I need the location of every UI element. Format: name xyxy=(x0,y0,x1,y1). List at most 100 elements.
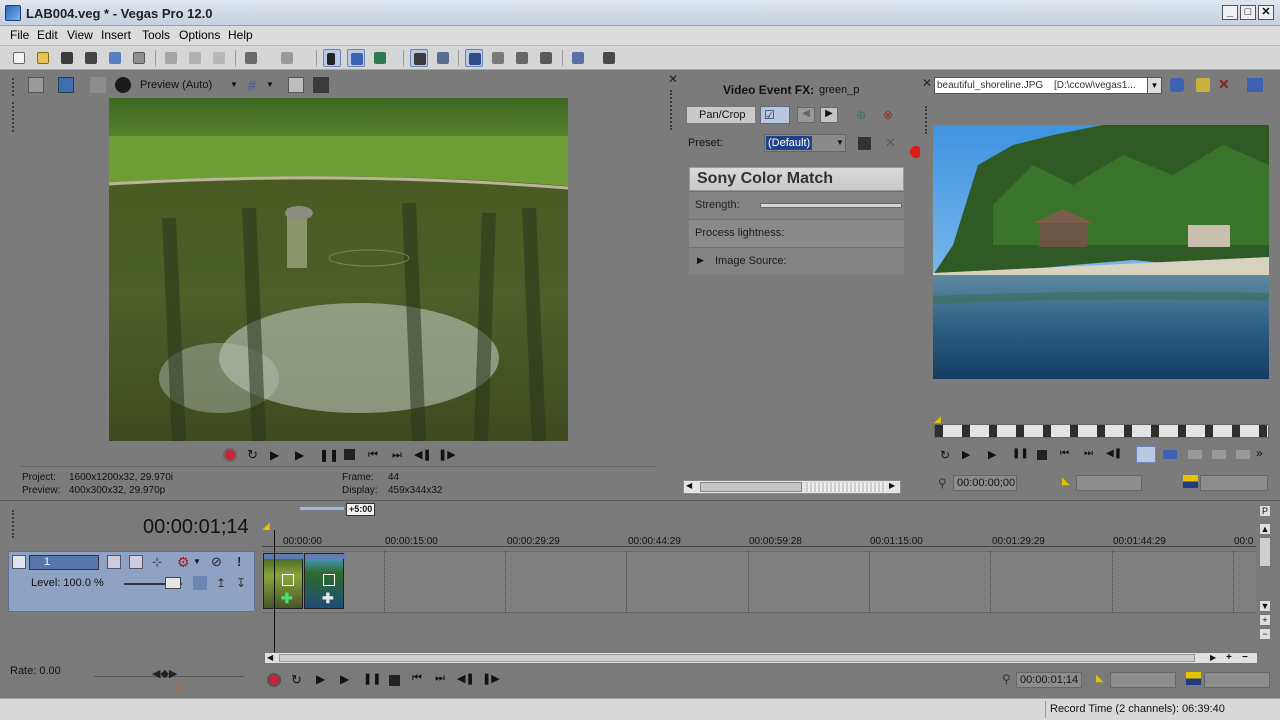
panel-grip[interactable] xyxy=(12,78,15,96)
minimize-button[interactable]: _ xyxy=(1222,5,1238,20)
more-icon[interactable]: » xyxy=(1256,446,1263,460)
play-icon[interactable]: ▶ xyxy=(340,672,349,686)
scroll-thumb[interactable] xyxy=(700,482,802,492)
scroll-thumb[interactable] xyxy=(279,654,1195,662)
trimmer-timecode[interactable]: 00:00:00;00 xyxy=(953,475,1017,491)
panel-grip[interactable] xyxy=(670,90,673,130)
go-to-start-icon[interactable]: ⏮ xyxy=(368,448,382,462)
timeline-cursor[interactable] xyxy=(274,530,275,656)
selection-length[interactable] xyxy=(1204,672,1270,688)
menu-view[interactable]: View xyxy=(63,26,97,46)
video-track-lane[interactable] xyxy=(262,551,1256,613)
timeline-horizontal-scrollbar[interactable]: ◀ ▶ + − xyxy=(264,652,1258,664)
fx-horizontal-scrollbar[interactable]: ◀ ▶ xyxy=(683,480,901,494)
fit-trimmer-icon[interactable] xyxy=(1212,450,1226,459)
ignore-grouping-icon[interactable] xyxy=(513,49,531,67)
next-frame-icon[interactable]: ❚▶ xyxy=(482,672,500,685)
stop-icon[interactable] xyxy=(344,449,355,460)
video-event-shoreline[interactable]: ✚ xyxy=(304,553,345,609)
menu-options[interactable]: Options xyxy=(175,26,224,46)
help-pointer-icon[interactable] xyxy=(600,49,618,67)
save-preset-icon[interactable] xyxy=(858,137,871,150)
properties-icon[interactable] xyxy=(130,49,148,67)
panel-grip[interactable] xyxy=(925,106,928,134)
selection-start[interactable] xyxy=(1110,672,1176,688)
video-fx-icon[interactable] xyxy=(115,77,131,93)
play-from-start-icon[interactable]: ▶ xyxy=(270,448,284,462)
normal-edit-tool-icon[interactable] xyxy=(323,49,341,67)
new-icon[interactable] xyxy=(10,49,28,67)
menu-file[interactable]: File xyxy=(6,26,33,46)
scripting-icon[interactable] xyxy=(569,49,587,67)
trimmer-filmstrip[interactable] xyxy=(934,424,1269,438)
go-to-start-icon[interactable]: ⏮ xyxy=(1060,448,1069,459)
ripple-edit-icon[interactable] xyxy=(410,49,428,67)
previous-frame-icon[interactable]: ◀❚ xyxy=(1106,448,1122,459)
go-to-end-icon[interactable]: ⏭ xyxy=(392,448,406,462)
selection-icon[interactable] xyxy=(1236,450,1250,459)
trimmer-file-dropdown[interactable]: beautiful_shoreline.JPG [D:\ccow\vegas1.… xyxy=(934,77,1162,94)
strength-slider[interactable] xyxy=(760,203,902,208)
stop-icon[interactable] xyxy=(389,675,400,686)
arrow-up-icon[interactable]: ↥ xyxy=(216,576,226,590)
pause-icon[interactable]: ❚❚ xyxy=(319,448,339,462)
scroll-right-icon[interactable]: ▶ xyxy=(1210,653,1216,662)
paste-icon[interactable] xyxy=(210,49,228,67)
param-process-lightness[interactable]: Process lightness: xyxy=(689,219,904,247)
pan-crop-icon[interactable] xyxy=(323,574,335,586)
zoom-out-icon[interactable]: − xyxy=(1242,652,1248,663)
panel-grip[interactable] xyxy=(12,102,15,132)
cut-icon[interactable] xyxy=(162,49,180,67)
menu-edit[interactable]: Edit xyxy=(33,26,62,46)
video-track-header[interactable]: 1 ⊹ ⚙ ▼ ⊘ ! Level: 100.0 % ↥ ↧ xyxy=(8,551,255,612)
fx-chain-prev-icon[interactable]: ◀ xyxy=(797,107,815,123)
copy-snapshot-icon[interactable] xyxy=(288,77,304,93)
remove-plugin-icon[interactable]: ⊗ xyxy=(883,108,893,122)
panel-grip[interactable] xyxy=(12,510,15,538)
menu-tools[interactable]: Tools xyxy=(138,26,174,46)
undo-icon[interactable] xyxy=(242,49,260,67)
zoom-in-icon[interactable]: + xyxy=(1259,614,1271,626)
record-icon[interactable] xyxy=(267,673,281,687)
close-icon[interactable]: ✕ xyxy=(668,72,678,86)
previous-frame-icon[interactable]: ◀❚ xyxy=(414,448,432,462)
preset-dropdown[interactable]: (Default) ▼ xyxy=(764,134,846,152)
track-minimize-icon[interactable] xyxy=(12,555,26,569)
stop-icon[interactable] xyxy=(1037,450,1047,460)
rate-slider-thumb[interactable]: ◀◆▶ xyxy=(152,667,177,680)
gear-icon[interactable]: ⚙ xyxy=(177,554,190,571)
close-icon[interactable]: ✕ xyxy=(922,76,932,90)
mute-icon[interactable]: ⊘ xyxy=(211,554,222,570)
go-to-end-icon[interactable]: ⏭ xyxy=(435,672,445,685)
preview-properties-icon[interactable] xyxy=(28,77,44,93)
add-before-icon[interactable] xyxy=(1188,450,1202,459)
fx-chain-next-icon[interactable]: ▶ xyxy=(820,107,838,123)
chevron-down-icon[interactable]: ▼ xyxy=(230,80,238,89)
selection-tool-icon[interactable] xyxy=(371,49,389,67)
save-snapshot-icon[interactable] xyxy=(313,77,329,93)
go-to-end-icon[interactable]: ⏭ xyxy=(1084,448,1093,459)
solo-icon[interactable]: ! xyxy=(237,554,241,569)
trimmer-history-icon[interactable] xyxy=(1247,78,1263,92)
play-from-start-icon[interactable]: ▶ xyxy=(316,672,325,686)
loop-icon[interactable]: ↻ xyxy=(247,448,261,462)
level-slider-thumb[interactable] xyxy=(165,577,181,589)
snapping-icon[interactable] xyxy=(465,49,483,67)
tab-pan-crop[interactable]: Pan/Crop xyxy=(686,106,756,124)
envelope-tool-icon[interactable] xyxy=(347,49,365,67)
plug-in-chain-icon[interactable]: ⊕ xyxy=(856,108,866,122)
render-icon[interactable] xyxy=(106,49,124,67)
pan-crop-icon[interactable] xyxy=(282,574,294,586)
timeline-cursor-time[interactable]: 00:00:01;14 xyxy=(143,516,249,539)
copy-icon[interactable] xyxy=(186,49,204,67)
preview-quality-dropdown[interactable]: Preview (Auto) xyxy=(140,79,212,91)
close-button[interactable]: ✕ xyxy=(1258,5,1274,20)
save-icon[interactable] xyxy=(58,49,76,67)
menu-help[interactable]: Help xyxy=(224,26,257,46)
play-icon[interactable]: ▶ xyxy=(988,448,996,461)
scroll-down-icon[interactable]: ▼ xyxy=(1259,600,1271,612)
open-icon[interactable] xyxy=(34,49,52,67)
expand-arrow-icon[interactable]: ▶ xyxy=(697,255,704,266)
pause-icon[interactable]: ❚❚ xyxy=(1012,448,1029,459)
grid-icon[interactable]: # xyxy=(244,77,260,93)
